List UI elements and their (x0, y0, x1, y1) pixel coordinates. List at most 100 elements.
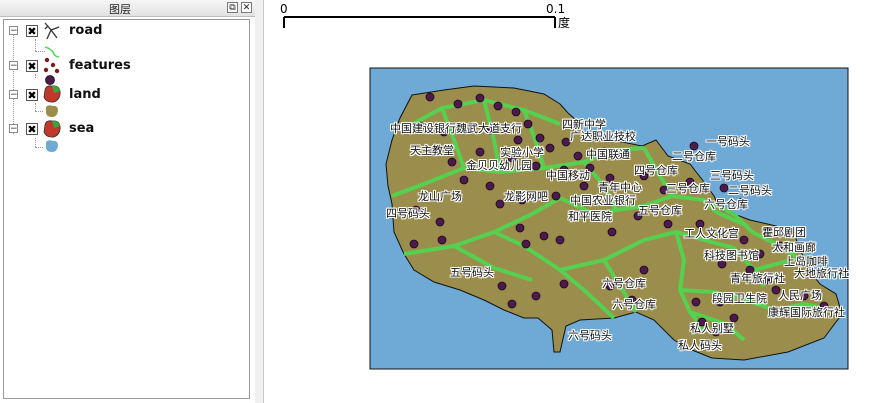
tree-connector (35, 39, 36, 51)
sea-icon (43, 120, 61, 138)
road-icon (44, 22, 60, 40)
sea-visibility-checkbox[interactable]: ✖ (26, 123, 38, 135)
map-label-science-library: 科技图书馆 (704, 249, 759, 262)
land-legend-symbol (46, 105, 58, 117)
feature-point (497, 281, 507, 291)
map-label-private-villa: 私人别墅 (690, 322, 734, 335)
map-label-pier-1: 一号码头 (706, 135, 750, 148)
feature-point (663, 219, 673, 229)
collapse-toggle[interactable]: − (9, 26, 18, 36)
feature-point (531, 161, 541, 171)
feature-point (523, 119, 533, 129)
feature-point (521, 239, 531, 249)
map-label-kindergarten: 金贝贝幼儿园 (466, 159, 532, 172)
feature-point (511, 107, 521, 117)
tree-connector (35, 74, 36, 78)
map-label-china-mobile: 中国移动 (546, 169, 590, 182)
map-label-dadi-travel: 大地旅行社 (794, 267, 849, 280)
map-label-warehouse-3: 三号仓库 (666, 182, 710, 195)
feature-point (447, 157, 457, 167)
layer-tree: − ✖ road − ✖ features − ✖ land − ✖ sea (3, 19, 250, 399)
sea-layer-name: sea (69, 121, 95, 136)
map-label-workers-palace: 工人文化宫 (684, 227, 739, 240)
feature-point (485, 181, 495, 191)
map-label-peoples-square: 人民广场 (778, 289, 822, 302)
map-label-pier-5: 五号码头 (450, 266, 494, 279)
feature-point (513, 135, 523, 145)
map-label-guangda-school: 广达职业技校 (570, 130, 636, 143)
feature-point (551, 191, 561, 201)
feature-point (507, 299, 517, 309)
feature-point (539, 231, 549, 241)
feature-point (425, 92, 435, 102)
feature-point (719, 183, 729, 193)
features-layer-name: features (69, 58, 131, 73)
feature-point (531, 291, 541, 301)
panel-titlebar: 图层 ⧉ ✕ (0, 0, 255, 17)
map-label-ccb-branch: 中国建设银行魏武大道支行 (390, 122, 522, 135)
feature-point (561, 137, 571, 147)
road-layer-name: road (69, 23, 103, 38)
map-label-catholic-church: 天主教堂 (410, 144, 454, 157)
close-panel-button[interactable]: ✕ (241, 2, 252, 13)
collapse-toggle[interactable]: − (9, 124, 18, 134)
map-label-youth-travel: 青年旅行社 (730, 272, 785, 285)
feature-point (639, 265, 649, 275)
feature-point (437, 235, 447, 245)
map-label-kanghui-travel: 康辉国际旅行社 (768, 306, 845, 319)
feature-point (409, 239, 419, 249)
feature-point (515, 223, 525, 233)
map-label-duanyuan-clinic: 段园卫生院 (712, 292, 767, 305)
map-label-warehouse-5: 五号仓库 (638, 204, 682, 217)
feature-point (475, 93, 485, 103)
map-label-warehouse-2: 二号仓库 (672, 150, 716, 163)
land-icon (43, 85, 61, 103)
feature-point (607, 227, 617, 237)
panel-title: 图层 (109, 3, 131, 16)
feature-point (475, 147, 485, 157)
map-label-longshan-square: 龙山广场 (418, 190, 462, 203)
feature-point (435, 217, 445, 227)
feature-point (493, 101, 503, 111)
map-label-pier-3: 三号码头 (710, 169, 754, 182)
tree-connector (35, 111, 43, 112)
tree-connector (13, 34, 14, 134)
tree-connector (35, 138, 36, 147)
feature-point (579, 181, 589, 191)
map-label-china-unicom: 中国联通 (586, 148, 630, 161)
map-canvas[interactable]: 0 0.1 度 四新中学 中国建设银行魏武大道支行 广达职业技校 一号码头 天主… (264, 0, 887, 403)
map-label-pier-6: 六号码头 (568, 329, 612, 342)
feature-point (545, 143, 555, 153)
map-label-peace-hospital: 和平医院 (568, 210, 612, 223)
feature-point (691, 297, 701, 307)
float-panel-button[interactable]: ⧉ (227, 2, 238, 13)
collapse-toggle[interactable]: − (9, 61, 18, 71)
collapse-toggle[interactable]: − (9, 90, 18, 100)
map-label-pier-4: 四号码头 (386, 207, 430, 220)
feature-point (453, 99, 463, 109)
tree-connector (35, 147, 43, 148)
map-label-warehouse-6c: 六号仓库 (612, 298, 656, 311)
map-label-abc-bank: 中国农业银行 (570, 194, 636, 207)
land-layer-name: land (69, 87, 101, 102)
map-label-warehouse-6b: 六号仓库 (602, 277, 646, 290)
sea-legend-symbol (46, 140, 58, 152)
layers-panel: 图层 ⧉ ✕ − ✖ road − ✖ features − ✖ land − … (0, 0, 256, 403)
road-visibility-checkbox[interactable]: ✖ (26, 25, 38, 37)
features-visibility-checkbox[interactable]: ✖ (26, 60, 38, 72)
feature-point (555, 235, 565, 245)
panel-splitter[interactable] (255, 0, 264, 403)
feature-point (573, 151, 583, 161)
map-label-private-pier: 私人码头 (678, 339, 722, 352)
feature-point (459, 175, 469, 185)
feature-point (495, 199, 505, 209)
tree-connector (35, 103, 36, 111)
map-label-longying-cafe: 龙影网吧 (504, 190, 548, 203)
feature-point (535, 133, 545, 143)
land-visibility-checkbox[interactable]: ✖ (26, 89, 38, 101)
map-label-warehouse-6: 六号仓库 (704, 198, 748, 211)
map-label-warehouse-4: 四号仓库 (634, 164, 678, 177)
feature-point (739, 235, 749, 245)
map-label-huoqiu-theater: 霍邱剧团 (762, 226, 806, 239)
feature-point (559, 279, 569, 289)
